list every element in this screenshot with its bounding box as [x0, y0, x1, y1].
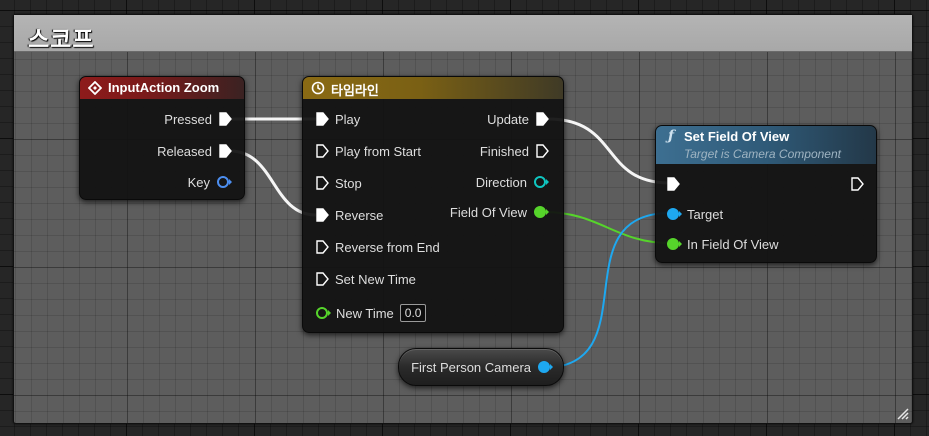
pin-set-new-time-label: Set New Time — [335, 271, 416, 287]
function-node-subtitle: Target is Camera Component — [684, 147, 841, 161]
pin-key[interactable]: Key — [188, 173, 234, 191]
exec-pin-icon[interactable] — [535, 112, 551, 126]
pin-pressed[interactable]: Pressed — [164, 110, 234, 128]
pin-exec-out[interactable] — [850, 175, 866, 193]
enum-pin-icon[interactable] — [533, 175, 551, 189]
timeline-node-title: 타임라인 — [331, 83, 379, 98]
new-time-input[interactable]: 0.0 — [399, 304, 427, 322]
pin-direction-label: Direction — [475, 174, 527, 190]
exec-pin-icon[interactable] — [315, 240, 331, 254]
event-node-header[interactable]: InputAction Zoom — [80, 77, 244, 99]
clock-icon — [311, 81, 325, 95]
timeline-node-header[interactable]: 타임라인 — [303, 77, 563, 99]
pin-released-label: Released — [157, 143, 212, 159]
object-pin-icon[interactable] — [537, 360, 555, 374]
pin-target[interactable]: Target — [666, 205, 723, 223]
pin-reverse[interactable]: Reverse — [315, 206, 383, 224]
exec-pin-icon[interactable] — [850, 177, 866, 191]
pin-play-from-start[interactable]: Play from Start — [315, 142, 421, 160]
pin-play[interactable]: Play — [315, 110, 360, 128]
exec-pin-icon[interactable] — [315, 176, 331, 190]
pin-in-field-of-view[interactable]: In Field Of View — [666, 235, 779, 253]
pin-exec-in[interactable] — [666, 175, 682, 193]
object-pin-icon[interactable] — [666, 207, 684, 221]
pin-play-from-start-label: Play from Start — [335, 143, 421, 159]
pin-field-of-view-out[interactable]: Field Of View — [450, 203, 551, 221]
pin-field-of-view-out-label: Field Of View — [449, 204, 527, 220]
pin-reverse-from-end-label: Reverse from End — [335, 239, 440, 255]
pin-direction[interactable]: Direction — [476, 173, 551, 191]
pin-stop[interactable]: Stop — [315, 174, 362, 192]
timeline-node[interactable]: 타임라인 Play Play from Start Stop Reverse R… — [302, 76, 564, 333]
variable-node[interactable]: First Person Camera — [398, 348, 564, 386]
pin-update-label: Update — [487, 111, 529, 127]
pin-new-time[interactable]: New Time 0.0 — [315, 304, 427, 322]
exec-pin-icon[interactable] — [315, 144, 331, 158]
pin-finished-label: Finished — [479, 143, 529, 159]
pin-target-label: Target — [687, 206, 724, 222]
function-node[interactable]: ƒ Set Field Of View Target is Camera Com… — [655, 125, 877, 263]
wire-update-to-exec[interactable] — [547, 117, 671, 185]
pin-new-time-label: New Time — [336, 305, 394, 321]
exec-pin-icon[interactable] — [666, 177, 682, 191]
pin-update[interactable]: Update — [487, 110, 551, 128]
exec-pin-icon[interactable] — [315, 112, 331, 126]
exec-pin-icon[interactable] — [315, 272, 331, 286]
exec-pin-icon[interactable] — [218, 112, 234, 126]
function-icon: ƒ — [668, 128, 675, 144]
function-node-header[interactable]: ƒ Set Field Of View Target is Camera Com… — [656, 126, 876, 164]
float-pin-icon[interactable] — [533, 205, 551, 219]
function-node-title: Set Field Of View — [684, 129, 790, 144]
event-diamond-icon — [88, 81, 102, 95]
float-pin-icon[interactable] — [315, 306, 333, 320]
exec-pin-icon[interactable] — [218, 144, 234, 158]
exec-pin-icon[interactable] — [315, 208, 331, 222]
pin-set-new-time[interactable]: Set New Time — [315, 270, 416, 288]
pin-pressed-label: Pressed — [164, 111, 212, 127]
float-pin-icon[interactable] — [666, 237, 684, 251]
pin-reverse-from-end[interactable]: Reverse from End — [315, 238, 440, 256]
pin-play-label: Play — [335, 111, 361, 127]
event-node-title: InputAction Zoom — [108, 80, 220, 95]
pin-released[interactable]: Released — [157, 142, 234, 160]
pin-key-label: Key — [187, 174, 210, 190]
pin-finished[interactable]: Finished — [480, 142, 551, 160]
event-node[interactable]: InputAction Zoom Pressed Released Key — [79, 76, 245, 200]
variable-node-label: First Person Camera — [411, 359, 531, 375]
exec-pin-icon[interactable] — [535, 144, 551, 158]
key-pin-icon[interactable] — [216, 175, 234, 189]
pin-first-person-camera[interactable]: First Person Camera — [411, 358, 555, 376]
pin-stop-label: Stop — [335, 175, 362, 191]
pin-in-field-of-view-label: In Field Of View — [687, 236, 779, 252]
pin-reverse-label: Reverse — [335, 207, 384, 223]
